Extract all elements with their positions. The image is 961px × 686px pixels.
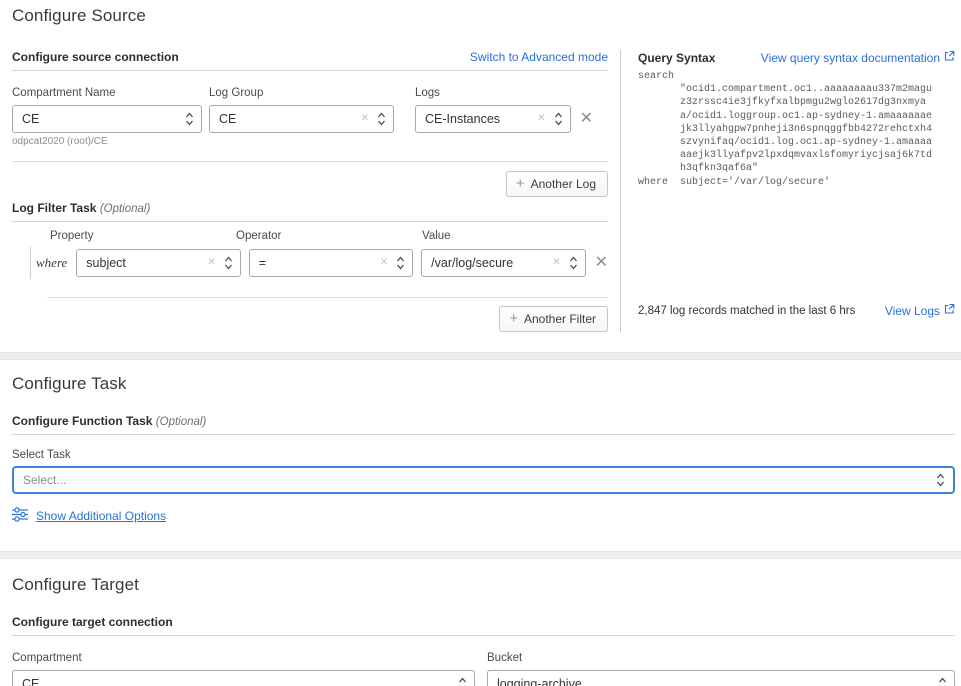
external-link-icon: [943, 303, 955, 318]
operator-select[interactable]: = ✕: [249, 249, 413, 277]
configure-task-section: Configure Task Configure Function Task (…: [0, 374, 961, 525]
operator-column-label: Operator: [236, 230, 422, 242]
compartment-name-value: CE: [22, 112, 185, 126]
another-filter-button[interactable]: + Another Filter: [499, 306, 608, 332]
divider: [47, 297, 608, 298]
section-separator: [0, 352, 961, 360]
log-group-select[interactable]: CE ✕: [209, 105, 394, 133]
value-column-label: Value: [422, 230, 451, 242]
compartment-name-label: Compartment Name: [12, 87, 202, 99]
source-connection-header: Configure source connection: [12, 50, 179, 64]
updown-icon[interactable]: [936, 472, 945, 488]
remove-log-icon[interactable]: ✕: [580, 111, 593, 127]
target-compartment-value: CE: [22, 677, 458, 686]
configure-target-section: Configure Target Configure target connec…: [0, 575, 961, 686]
value-value: /var/log/secure: [431, 256, 548, 270]
query-syntax-panel: Query Syntax View query syntax documenta…: [620, 50, 955, 332]
plus-icon: +: [516, 176, 525, 191]
logs-label: Logs: [415, 87, 593, 99]
task-select[interactable]: Select...: [12, 466, 955, 494]
divider: [12, 161, 608, 162]
log-group-value: CE: [219, 112, 357, 126]
logs-value: CE-Instances: [425, 112, 533, 126]
view-query-docs-label: View query syntax documentation: [761, 51, 940, 65]
source-connection-panel: Configure source connection Switch to Ad…: [12, 50, 608, 332]
compartment-name-select[interactable]: CE: [12, 105, 202, 133]
target-connection-title: Configure target connection: [12, 615, 173, 629]
show-additional-options-link[interactable]: Show Additional Options: [36, 509, 166, 523]
logs-select[interactable]: CE-Instances ✕: [415, 105, 571, 133]
filter-group-bar: [30, 247, 31, 279]
compartment-helper-text: odpcat2020 (root)/CE: [12, 136, 202, 147]
query-syntax-title: Query Syntax: [638, 51, 715, 65]
bucket-value: logging-archive: [497, 677, 938, 686]
target-connection-header: Configure target connection: [12, 615, 955, 636]
updown-icon[interactable]: [396, 255, 405, 271]
target-compartment-label: Compartment: [12, 652, 475, 664]
clear-icon[interactable]: ✕: [533, 114, 553, 124]
updown-icon[interactable]: [185, 111, 194, 127]
updown-icon[interactable]: [554, 111, 563, 127]
function-task-title: Configure Function Task: [12, 414, 152, 428]
configure-task-title: Configure Task: [12, 374, 955, 394]
view-query-docs-link[interactable]: View query syntax documentation: [761, 50, 955, 65]
updown-icon[interactable]: [458, 676, 467, 686]
configure-source-section: Configure Source Configure source connec…: [0, 0, 961, 332]
updown-icon[interactable]: [224, 255, 233, 271]
query-text: search "ocid1.compartment.oc1..aaaaaaaau…: [638, 70, 955, 189]
sliders-icon: [12, 507, 28, 525]
clear-icon[interactable]: ✕: [203, 258, 223, 268]
where-label: where: [36, 255, 67, 271]
clear-icon[interactable]: ✕: [548, 258, 568, 268]
target-compartment-select[interactable]: CE: [12, 670, 475, 686]
select-task-label: Select Task: [12, 449, 955, 461]
log-filter-task-title: Log Filter Task: [12, 201, 96, 215]
log-filter-task-header: Log Filter Task (Optional): [12, 201, 608, 222]
filter-row: where subject ✕ = ✕ /var/log/sec: [12, 247, 608, 279]
switch-to-advanced-mode-link[interactable]: Switch to Advanced mode: [470, 50, 608, 64]
value-select[interactable]: /var/log/secure ✕: [421, 249, 585, 277]
property-column-label: Property: [50, 230, 236, 242]
task-select-placeholder: Select...: [23, 473, 936, 487]
view-logs-link[interactable]: View Logs: [885, 303, 955, 318]
bucket-label: Bucket: [487, 652, 955, 664]
section-separator: [0, 551, 961, 559]
log-records-count: 2,847 log records matched in the last 6 …: [638, 305, 855, 317]
source-grid: Configure source connection Switch to Ad…: [12, 50, 955, 332]
updown-icon[interactable]: [569, 255, 578, 271]
operator-value: =: [259, 256, 376, 270]
another-log-label: Another Log: [531, 177, 596, 191]
plus-icon: +: [509, 311, 518, 326]
configure-function-task-header: Configure Function Task (Optional): [12, 414, 955, 435]
configure-source-title: Configure Source: [12, 6, 955, 26]
another-filter-label: Another Filter: [524, 312, 596, 326]
another-log-button[interactable]: + Another Log: [506, 171, 608, 197]
clear-icon[interactable]: ✕: [376, 258, 396, 268]
bucket-select[interactable]: logging-archive: [487, 670, 955, 686]
function-task-optional-label: (Optional): [156, 416, 207, 428]
remove-filter-icon[interactable]: ✕: [595, 255, 608, 271]
property-select[interactable]: subject ✕: [76, 249, 240, 277]
configure-target-title: Configure Target: [12, 575, 955, 595]
clear-icon[interactable]: ✕: [357, 114, 377, 124]
log-filter-optional-label: (Optional): [100, 203, 151, 215]
property-value: subject: [86, 256, 203, 270]
updown-icon[interactable]: [938, 676, 947, 686]
updown-icon[interactable]: [377, 111, 386, 127]
log-group-label: Log Group: [209, 87, 394, 99]
view-logs-label: View Logs: [885, 304, 940, 318]
external-link-icon: [943, 50, 955, 65]
